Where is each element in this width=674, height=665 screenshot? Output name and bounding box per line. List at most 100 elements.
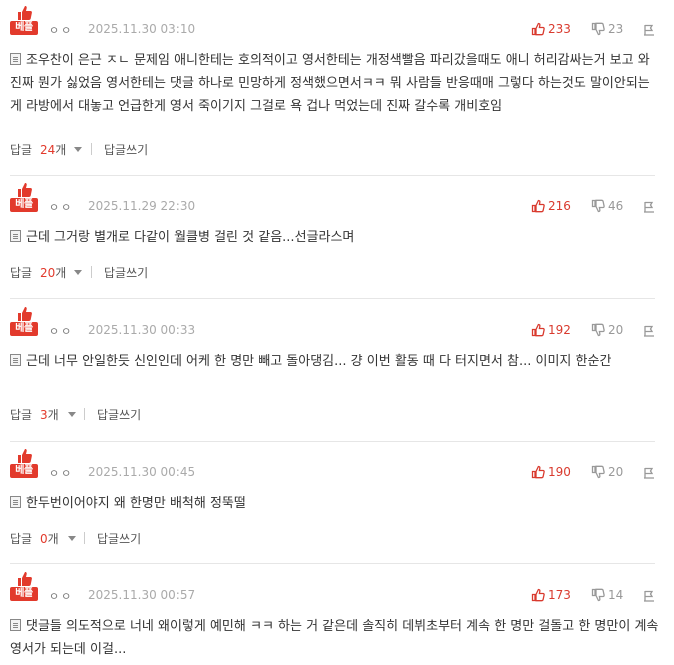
comment-body: 근데 그거랑 별개로 다같이 월클병 걸린 것 같음...선글라스며 [10,226,660,249]
comment-footer: 답글 24개 답글쓰기 [10,141,210,159]
divider [10,441,655,442]
comment-footer: 답글 0개 답글쓰기 [10,530,210,548]
comment-body: 조우찬이 은근 ㅈㄴ 문제임 애니한테는 호의적이고 영서한테는 개정색빨음 파… [10,49,660,118]
comment-text: 댓글들 의도적으로 너네 왜이렇게 예민해 ㅋㅋ 하는 거 같은데 솔직히 데뷔… [10,619,659,657]
comment-date: 2025.11.30 00:57 [88,588,196,602]
comment-author[interactable]: ㅇㅇ [49,323,73,339]
write-reply-button[interactable]: 답글쓰기 [104,141,148,158]
reply-count[interactable]: 20개 [40,264,66,281]
thumbs-down-icon [591,22,605,36]
comment-footer: 답글 20개 답글쓰기 [10,264,210,282]
best-badge: 베플 [10,448,39,483]
reply-label[interactable]: 답글 [10,141,32,158]
document-icon [10,53,21,65]
reply-count[interactable]: 24개 [40,141,66,158]
comment-text: 근데 그거랑 별개로 다같이 월클병 걸린 것 같음...선글라스며 [26,230,355,245]
thumbs-down-icon [591,588,605,602]
divider [10,175,655,176]
dislike-count: 20 [608,465,624,479]
thumbs-up-icon [531,465,545,479]
comment-header: 베플 ㅇㅇ 2025.11.30 00:33 192 20 [10,306,658,342]
write-reply-button[interactable]: 답글쓰기 [104,264,148,281]
comment-header: 베플 ㅇㅇ 2025.11.29 22:30 216 46 [10,182,658,218]
divider [91,266,92,278]
dislike-count: 23 [608,22,624,36]
chevron-down-icon[interactable] [68,536,76,541]
like-count: 190 [548,465,571,479]
comment-item: 베플 ㅇㅇ 2025.11.30 03:10 233 23 조우찬이 은근 ㅈㄴ… [0,5,674,175]
best-label: 베플 [10,21,38,35]
best-badge: 베플 [10,571,39,606]
thumbs-up-icon [18,6,32,20]
document-icon [10,230,21,242]
comment-date: 2025.11.30 03:10 [88,22,196,36]
thumbs-up-icon [531,199,545,213]
thumbs-up-icon [531,323,545,337]
reply-label[interactable]: 답글 [10,406,32,423]
comment-author[interactable]: ㅇㅇ [49,22,73,38]
reply-label[interactable]: 답글 [10,264,32,281]
comment-body: 댓글들 의도적으로 너네 왜이렇게 예민해 ㅋㅋ 하는 거 같은데 솔직히 데뷔… [10,615,660,661]
write-reply-button[interactable]: 답글쓰기 [97,406,141,423]
comment-body: 근데 너무 안일한듯 신인인데 어케 한 명만 빼고 돌아댕김... 걍 이번 … [10,350,660,373]
comment-item: 베플 ㅇㅇ 2025.11.30 00:45 190 20 한두번이어야지 왜 … [0,448,674,562]
like-count: 216 [548,199,571,213]
chevron-down-icon[interactable] [74,147,82,152]
comment-author[interactable]: ㅇㅇ [49,199,73,215]
comment-header: 베플 ㅇㅇ 2025.11.30 03:10 233 23 [10,5,658,41]
comment-author[interactable]: ㅇㅇ [49,465,73,481]
comment-list: 베플 ㅇㅇ 2025.11.30 03:10 233 23 조우찬이 은근 ㅈㄴ… [0,0,674,665]
thumbs-up-icon [531,22,545,36]
thumbs-up-icon [531,588,545,602]
thumbs-up-icon [18,307,32,321]
divider [84,532,85,544]
report-icon[interactable] [643,24,655,36]
report-icon[interactable] [643,590,655,602]
best-badge: 베플 [10,306,39,341]
thumbs-up-icon [18,183,32,197]
best-badge: 베플 [10,182,39,217]
comment-footer: 답글 3개 답글쓰기 [10,406,210,424]
divider [10,563,655,564]
chevron-down-icon[interactable] [68,412,76,417]
document-icon [10,354,21,366]
thumbs-up-icon [18,572,32,586]
comment-date: 2025.11.30 00:45 [88,465,196,479]
thumbs-up-icon [18,449,32,463]
comment-item: 베플 ㅇㅇ 2025.11.30 00:57 173 14 댓글들 의도적으로 … [0,571,674,665]
comment-item: 베플 ㅇㅇ 2025.11.29 22:30 216 46 근데 그거랑 별개로… [0,182,674,298]
reply-label[interactable]: 답글 [10,530,32,547]
reply-count[interactable]: 3개 [40,406,59,423]
dislike-count: 14 [608,588,624,602]
comment-author[interactable]: ㅇㅇ [49,588,73,604]
thumbs-down-icon [591,465,605,479]
document-icon [10,496,21,508]
best-badge: 베플 [10,5,39,40]
divider [91,143,92,155]
comment-item: 베플 ㅇㅇ 2025.11.30 00:33 192 20 근데 너무 안일한듯… [0,306,674,440]
thumbs-down-icon [591,199,605,213]
like-count: 192 [548,323,571,337]
divider [84,408,85,420]
best-label: 베플 [10,587,38,601]
thumbs-down-icon [591,323,605,337]
comment-text: 조우찬이 은근 ㅈㄴ 문제임 애니한테는 호의적이고 영서한테는 개정색빨음 파… [10,53,650,114]
comment-date: 2025.11.30 00:33 [88,323,196,337]
comment-text: 한두번이어야지 왜 한명만 배척해 정뚝떨 [26,496,246,511]
dislike-count: 20 [608,323,624,337]
best-label: 베플 [10,198,38,212]
write-reply-button[interactable]: 답글쓰기 [97,530,141,547]
divider [10,298,655,299]
document-icon [10,619,21,631]
report-icon[interactable] [643,467,655,479]
dislike-count: 46 [608,199,624,213]
like-count: 173 [548,588,571,602]
like-count: 233 [548,22,571,36]
best-label: 베플 [10,464,38,478]
comment-header: 베플 ㅇㅇ 2025.11.30 00:57 173 14 [10,571,658,607]
chevron-down-icon[interactable] [74,270,82,275]
reply-count[interactable]: 0개 [40,530,59,547]
comment-text: 근데 너무 안일한듯 신인인데 어케 한 명만 빼고 돌아댕김... 걍 이번 … [26,354,612,369]
report-icon[interactable] [643,201,655,213]
report-icon[interactable] [643,325,655,337]
